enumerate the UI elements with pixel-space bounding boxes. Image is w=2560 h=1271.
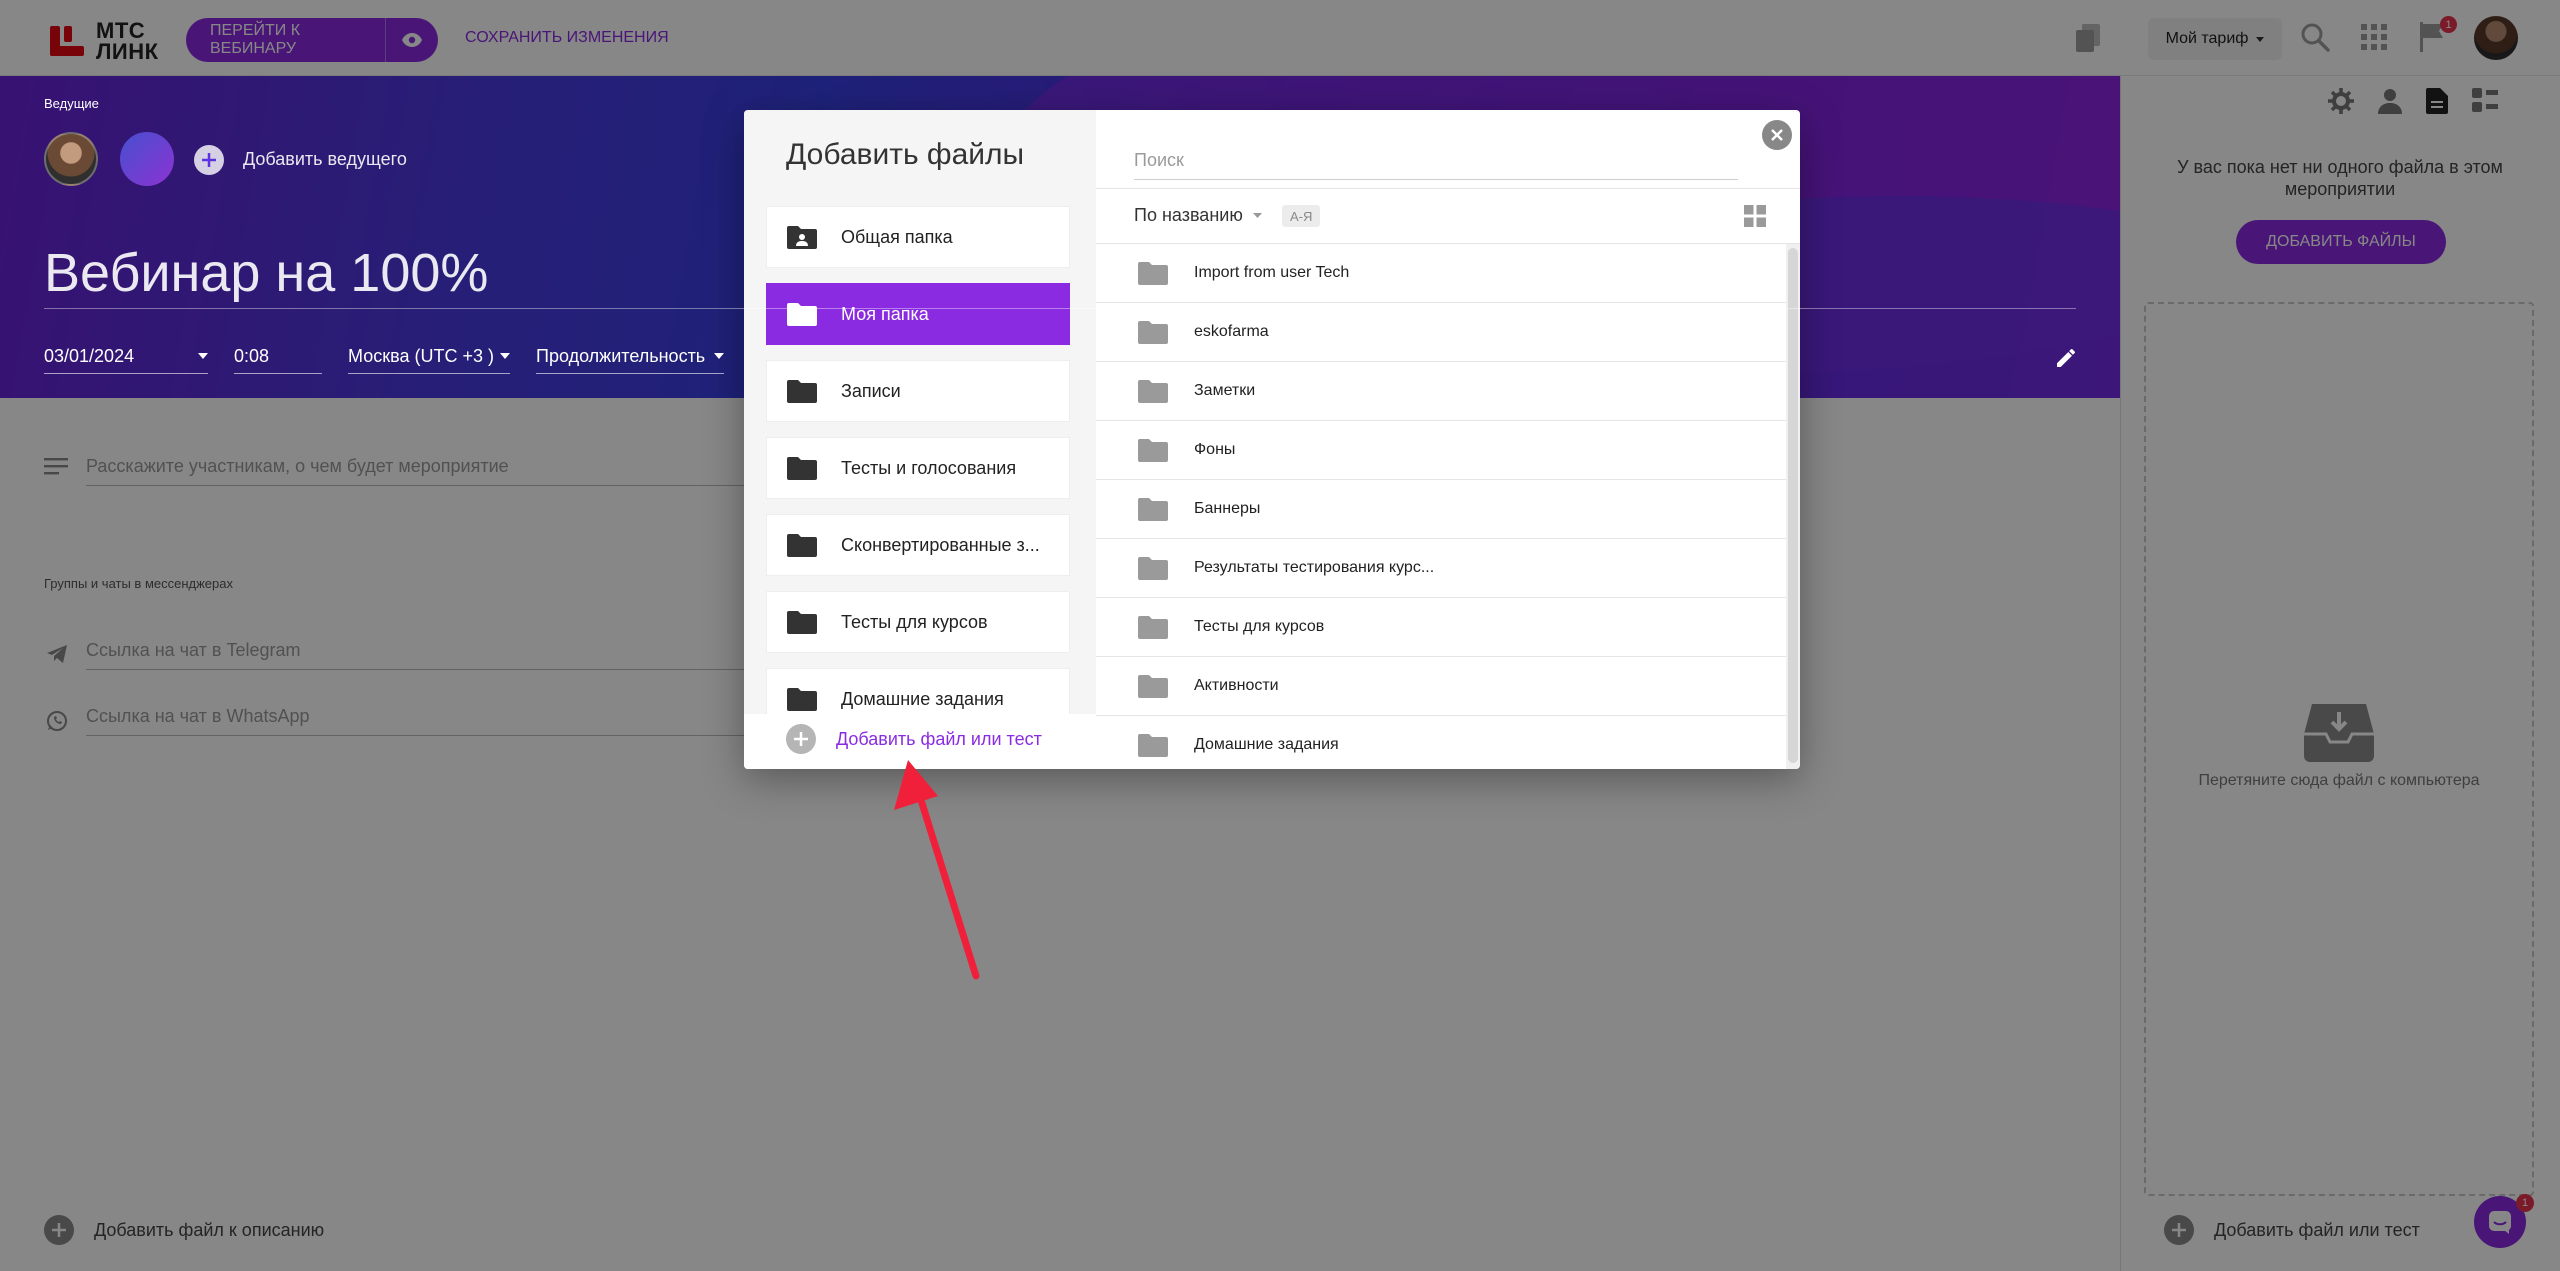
add-file-or-test-label: Добавить файл или тест: [836, 728, 1042, 749]
file-name: Домашние задания: [1194, 736, 1339, 753]
folder-panel: Добавить файлы Общая папка Моя папка Запис…: [744, 110, 1096, 769]
shared-folder-icon: [787, 225, 817, 249]
add-files-modal: Добавить файлы Общая папка Моя папка Запис…: [744, 110, 1800, 769]
file-name: Import from user Tech: [1194, 264, 1350, 281]
folder-label: Моя папка: [841, 303, 929, 324]
host-avatar-placeholder[interactable]: [120, 132, 174, 186]
file-row[interactable]: Результаты тестирования курс...: [1096, 539, 1786, 598]
edit-pencil-icon[interactable]: [2054, 346, 2078, 370]
plus-circle-icon: [786, 724, 816, 754]
sort-by-dropdown[interactable]: По названию: [1134, 205, 1262, 226]
date-picker[interactable]: 03/01/2024: [44, 346, 208, 374]
file-name: eskofarma: [1194, 323, 1269, 340]
folder-item[interactable]: Записи: [766, 360, 1070, 422]
grid-view-icon[interactable]: [1744, 205, 1766, 227]
add-host-label[interactable]: Добавить ведущего: [243, 149, 407, 170]
folder-icon: [1138, 556, 1168, 580]
close-modal-button[interactable]: [1762, 120, 1792, 150]
file-name: Тесты для курсов: [1194, 618, 1325, 635]
chevron-down-icon: [500, 353, 510, 359]
folder-icon: [1138, 497, 1168, 521]
file-name: Результаты тестирования курс...: [1194, 559, 1435, 576]
folder-icon: [787, 533, 817, 557]
folder-icon: [787, 610, 817, 634]
title-underline: [44, 308, 2076, 309]
folder-icon: [1138, 261, 1168, 285]
sort-order-toggle[interactable]: А-Я: [1282, 205, 1321, 227]
modal-title: Добавить файлы: [786, 138, 1025, 171]
file-name: Активности: [1194, 677, 1279, 694]
folder-icon: [787, 456, 817, 480]
folder-item[interactable]: Тесты и голосования: [766, 437, 1070, 499]
file-list: Import from user Tech eskofarma Заметки Фон…: [1096, 244, 1786, 769]
folder-icon: [1138, 438, 1168, 462]
file-row[interactable]: eskofarma: [1096, 303, 1786, 362]
folder-label: Записи: [841, 380, 901, 401]
file-search-input[interactable]: Поиск: [1134, 140, 1738, 180]
chevron-down-icon: [1252, 213, 1262, 218]
folder-item[interactable]: Общая папка: [766, 206, 1070, 268]
annotation-arrow: [890, 752, 1000, 982]
folder-label: Тесты и голосования: [841, 457, 1017, 478]
folder-icon: [787, 379, 817, 403]
file-row[interactable]: Активности: [1096, 657, 1786, 716]
chevron-down-icon: [198, 353, 208, 359]
close-icon: [1771, 129, 1783, 141]
folder-label: Общая папка: [841, 226, 953, 247]
folder-icon: [1138, 674, 1168, 698]
folder-label: Тесты для курсов: [841, 611, 988, 632]
file-row[interactable]: Баннеры: [1096, 480, 1786, 539]
file-name: Фоны: [1194, 441, 1236, 458]
folder-item[interactable]: Сконвертированные з...: [766, 514, 1070, 576]
folder-icon: [1138, 379, 1168, 403]
date-value: 03/01/2024: [44, 346, 135, 366]
duration-value: Продолжительность: [536, 346, 706, 366]
folder-icon: [1138, 615, 1168, 639]
file-row[interactable]: Домашние задания: [1096, 716, 1786, 769]
file-row[interactable]: Import from user Tech: [1096, 244, 1786, 303]
add-file-or-test-button[interactable]: Добавить файл или тест: [786, 724, 1042, 754]
folder-icon: [1138, 320, 1168, 344]
file-list-toolbar: По названию А-Я: [1096, 188, 1800, 244]
file-name: Баннеры: [1194, 500, 1261, 517]
scrollbar-thumb[interactable]: [1788, 248, 1798, 763]
folder-icon: [787, 302, 817, 326]
time-input[interactable]: 0:08: [234, 346, 322, 374]
add-host-plus-icon[interactable]: [194, 145, 224, 175]
chevron-down-icon: [714, 353, 724, 359]
folder-label: Сконвертированные з...: [841, 534, 1040, 555]
folder-item[interactable]: Тесты для курсов: [766, 591, 1070, 653]
file-row[interactable]: Заметки: [1096, 362, 1786, 421]
folder-label: Домашние задания: [841, 688, 1004, 709]
sort-by-label: По названию: [1134, 205, 1243, 225]
folder-item[interactable]: Моя папка: [766, 283, 1070, 345]
folder-icon: [1138, 733, 1168, 757]
timezone-value: Москва (UTC +3 ): [348, 346, 494, 366]
duration-select[interactable]: Продолжительность: [536, 346, 724, 374]
folder-icon: [787, 687, 817, 711]
file-row[interactable]: Тесты для курсов: [1096, 598, 1786, 657]
file-row[interactable]: Фоны: [1096, 421, 1786, 480]
hosts-label: Ведущие: [44, 96, 99, 111]
event-title[interactable]: Вебинар на 100%: [44, 242, 488, 304]
host-avatar[interactable]: [44, 132, 98, 186]
file-name: Заметки: [1194, 382, 1256, 399]
timezone-select[interactable]: Москва (UTC +3 ): [348, 346, 510, 374]
